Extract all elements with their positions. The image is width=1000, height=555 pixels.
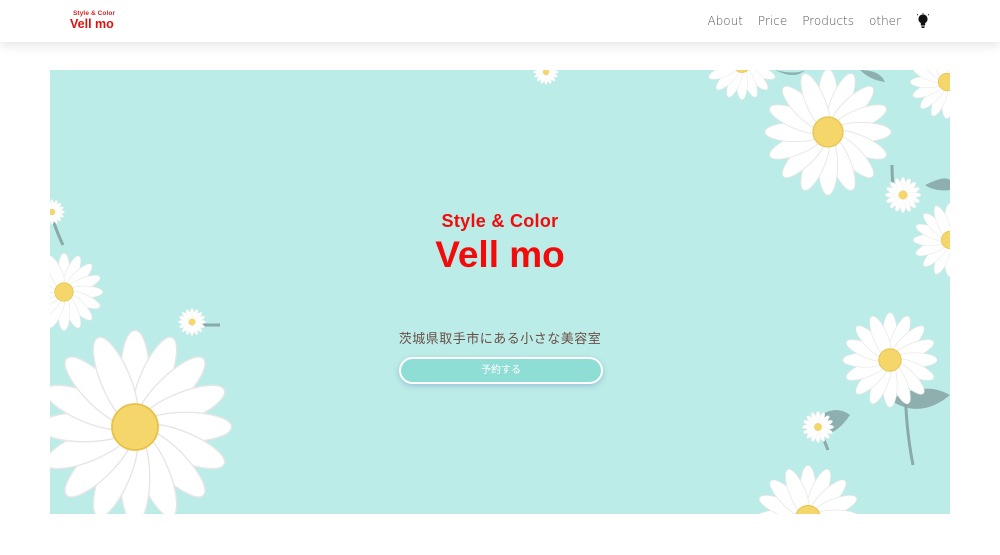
site-header: Style & Color Vell mo About Price Produc… bbox=[0, 0, 1000, 42]
lightbulb-icon[interactable] bbox=[916, 13, 930, 29]
hero-tagline: 茨城県取手市にある小さな美容室 bbox=[398, 332, 602, 347]
logo-subtitle: Style & Color bbox=[73, 10, 116, 17]
nav-link-about[interactable]: About bbox=[707, 14, 742, 28]
hero-title: Vell mo bbox=[435, 234, 565, 275]
hero-subtitle: Style & Color bbox=[441, 211, 559, 231]
hero-banner: Style & Color Vell mo 茨城県取手市にある小さな美容室 予約… bbox=[50, 70, 950, 514]
site-logo[interactable]: Style & Color Vell mo bbox=[70, 10, 150, 31]
nav-link-products[interactable]: Products bbox=[802, 14, 854, 28]
nav-link-price[interactable]: Price bbox=[758, 14, 787, 28]
hero-heading: Style & Color Vell mo bbox=[50, 210, 950, 276]
reserve-button[interactable]: 予約する bbox=[399, 357, 603, 384]
daisy-illustration bbox=[50, 70, 950, 514]
main-nav: About Price Products other bbox=[707, 0, 930, 42]
nav-link-other[interactable]: other bbox=[869, 14, 901, 28]
logo-title: Vell mo bbox=[70, 17, 114, 31]
